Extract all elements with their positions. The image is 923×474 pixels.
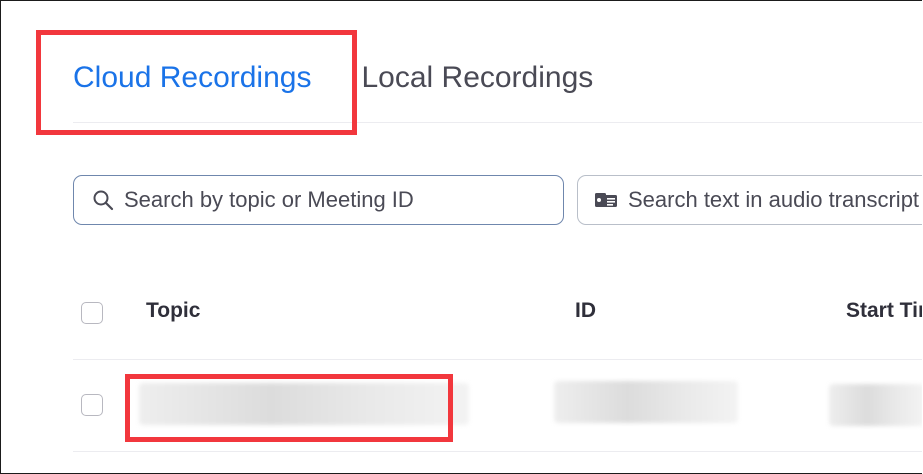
redacted-start-time: [829, 384, 922, 426]
tab-cloud-recordings[interactable]: Cloud Recordings: [73, 51, 311, 105]
tab-local-recordings[interactable]: Local Recordings: [361, 51, 593, 105]
row-checkbox[interactable]: [81, 394, 103, 416]
select-all-checkbox[interactable]: [81, 302, 103, 324]
transcript-icon: [594, 190, 618, 210]
header-divider: [73, 359, 922, 360]
search-icon: [92, 189, 114, 211]
redacted-topic[interactable]: [139, 383, 469, 425]
recordings-panel: Cloud Recordings Local Recordings Search…: [0, 0, 922, 474]
topic-search-field[interactable]: Search by topic or Meeting ID: [73, 175, 564, 225]
transcript-search-field[interactable]: Search text in audio transcript: [577, 175, 922, 225]
transcript-search-input[interactable]: Search text in audio transcript: [628, 187, 919, 213]
column-header-topic[interactable]: Topic: [146, 299, 200, 323]
tabs-divider: [73, 122, 922, 123]
column-header-id[interactable]: ID: [575, 299, 596, 323]
row-divider: [73, 451, 922, 452]
topic-search-input[interactable]: Search by topic or Meeting ID: [124, 187, 414, 213]
column-header-start-time[interactable]: Start Time: [846, 299, 922, 323]
recordings-tabs: Cloud Recordings Local Recordings: [73, 51, 593, 105]
redacted-id: [554, 381, 738, 423]
